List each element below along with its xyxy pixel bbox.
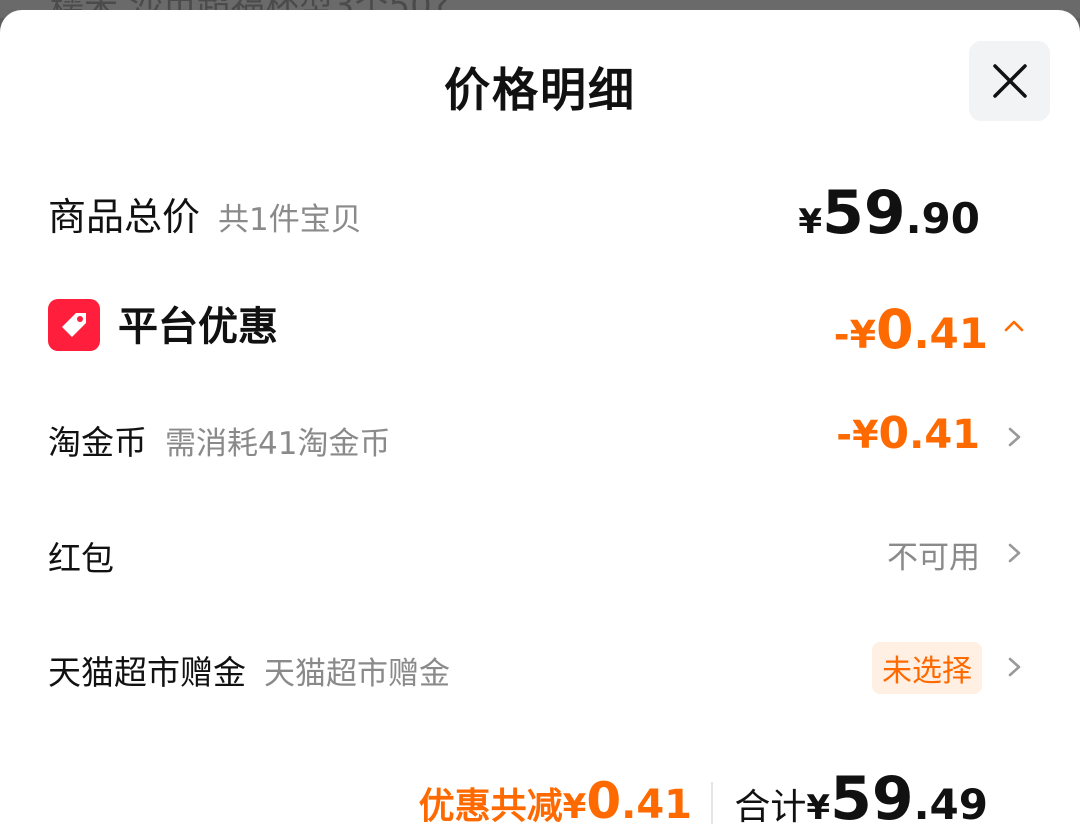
redpacket-row[interactable]: 红包 不可用	[0, 526, 1080, 586]
redpacket-label: 红包	[48, 539, 114, 578]
goods-price-dec: .90	[905, 194, 980, 243]
total-summary: 合计¥59.49	[734, 764, 988, 834]
total-label: 合计	[734, 787, 807, 828]
chevron-up-icon[interactable]	[1003, 315, 1025, 337]
platform-amount-dec: .41	[913, 309, 988, 358]
close-button[interactable]	[969, 41, 1050, 121]
redpacket-status: 不可用	[887, 540, 980, 576]
discount-summary: 优惠共减¥0.41	[419, 772, 692, 830]
chevron-right-icon[interactable]	[1003, 542, 1025, 564]
platform-discount-amount: -¥0.41	[834, 298, 988, 361]
footer-divider	[711, 782, 713, 824]
price-detail-sheet: 价格明细 商品总价 共1件宝贝 ¥59.90 平台优惠 -¥0.41 淘金币 需…	[0, 10, 1080, 834]
discount-int: 0	[586, 772, 622, 830]
tag-icon	[48, 299, 100, 351]
discount-dec: .41	[621, 782, 692, 828]
coins-amount-int: 0	[878, 408, 910, 459]
discount-label: 优惠共减	[418, 786, 563, 827]
chevron-right-icon[interactable]	[1003, 426, 1025, 448]
coins-sub: 需消耗41淘金币	[165, 426, 391, 462]
goods-count: 共1件宝贝	[218, 202, 362, 238]
coins-amount-dec: .41	[909, 412, 980, 458]
goods-total-label: 商品总价	[48, 195, 201, 239]
tmall-giftmoney-row[interactable]: 天猫超市赠金 天猫超市赠金 未选择	[0, 640, 1080, 700]
discount-currency: ¥	[562, 787, 587, 827]
tmall-sub: 天猫超市赠金	[264, 656, 450, 692]
sheet-title: 价格明细	[444, 63, 636, 117]
total-currency: ¥	[806, 788, 831, 828]
goods-price-int: 59	[822, 178, 906, 248]
total-dec: .49	[913, 780, 988, 829]
close-icon	[992, 64, 1027, 98]
tmall-label: 天猫超市赠金	[48, 653, 246, 692]
goods-total-row: 商品总价 共1件宝贝 ¥59.90	[0, 178, 1080, 248]
platform-amount-int: 0	[876, 298, 914, 361]
tmall-status-badge: 未选择	[872, 642, 982, 694]
goods-total-price: ¥59.90	[798, 178, 980, 248]
goods-currency: ¥	[798, 202, 823, 242]
footer-summary: 优惠共减¥0.41 合计¥59.49	[0, 762, 1080, 834]
platform-discount-row[interactable]: 平台优惠 -¥0.41	[0, 290, 1080, 370]
platform-amount-prefix: -¥	[833, 313, 877, 357]
coins-label: 淘金币	[48, 423, 147, 462]
coins-amount-prefix: -¥	[836, 413, 879, 457]
chevron-right-icon[interactable]	[1003, 656, 1025, 678]
coins-amount: -¥0.41	[836, 408, 980, 459]
platform-discount-label: 平台优惠	[118, 304, 278, 350]
total-int: 59	[830, 764, 914, 834]
coins-row[interactable]: 淘金币 需消耗41淘金币 -¥0.41	[0, 408, 1080, 470]
